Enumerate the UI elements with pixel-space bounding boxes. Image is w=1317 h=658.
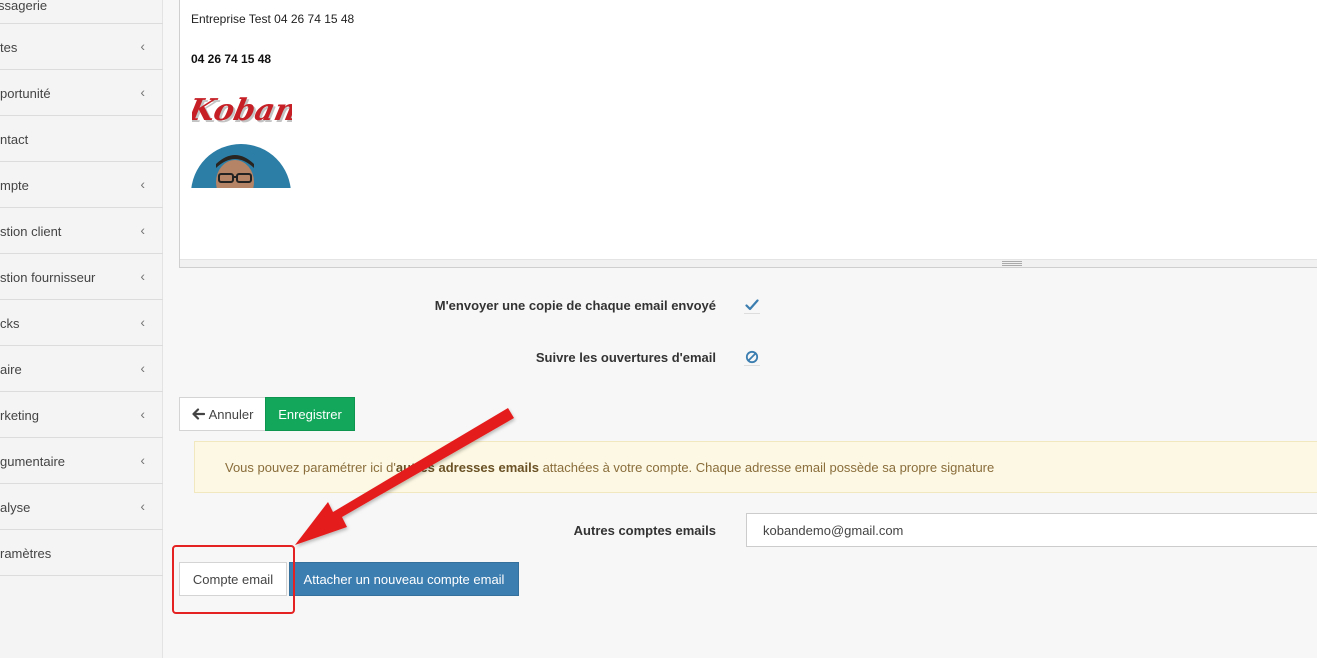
chevron-left-icon: ‹ [140,405,145,422]
sidebar-item-parametres[interactable]: ramètres [0,530,163,576]
koban-logo-text: Koban [192,93,292,128]
alert-text-bold: autres adresses emails [395,459,539,475]
avatar [191,144,291,188]
sidebar-item-ventes[interactable]: tes ‹ [0,24,163,70]
sidebar-item-label: stion client [0,224,62,239]
cancel-button-label: Annuler [208,406,254,422]
sidebar-item-label: portunité [0,86,51,101]
sidebar-item-affaire[interactable]: aire ‹ [0,346,163,392]
chevron-left-icon: ‹ [140,313,145,330]
ban-icon [745,350,759,363]
annotation-highlight-box [172,545,295,614]
track-opens-label: Suivre les ouvertures d'email [535,350,716,365]
sidebar: ssagerie tes ‹ portunité ‹ ntact mpte ‹ … [0,0,163,658]
chevron-left-icon: ‹ [140,175,145,192]
chevron-left-icon: ‹ [140,267,145,284]
save-button-label: Enregistrer [278,406,342,422]
cancel-button[interactable]: Annuler [179,397,266,431]
other-accounts-select[interactable] [746,513,1317,547]
koban-logo: Koban Koban [192,93,292,130]
signature-phone: 04 26 74 15 48 [191,52,272,66]
chevron-left-icon: ‹ [140,83,145,100]
sidebar-item-analyse[interactable]: alyse ‹ [0,484,163,530]
attach-email-account-button-label: Attacher un nouveau compte email [303,571,505,587]
copy-email-checkbox[interactable] [744,296,760,314]
resize-grip-icon [1002,261,1022,266]
attach-email-account-button[interactable]: Attacher un nouveau compte email [289,562,519,596]
sidebar-item-label: cks [0,316,20,331]
sidebar-item-label: alyse [0,500,31,515]
track-opens-toggle[interactable] [744,348,760,366]
sidebar-item-messagerie[interactable]: ssagerie [0,0,163,24]
sidebar-item-label: stion fournisseur [0,270,96,285]
copy-email-label: M'envoyer une copie de chaque email envo… [434,298,716,313]
sidebar-item-contact[interactable]: ntact [0,116,163,162]
chevron-left-icon: ‹ [140,451,145,468]
sidebar-item-label: aire [0,362,22,377]
chevron-left-icon: ‹ [140,37,145,54]
chevron-left-icon: ‹ [140,221,145,238]
chevron-left-icon: ‹ [140,497,145,514]
save-button[interactable]: Enregistrer [265,397,355,431]
sidebar-item-label: mpte [0,178,29,193]
sidebar-item-label: rketing [0,408,40,423]
arrow-left-icon [191,408,205,420]
sidebar-item-argumentaire[interactable]: gumentaire ‹ [0,438,163,484]
check-icon [745,298,759,310]
sidebar-item-opportunite[interactable]: portunité ‹ [0,70,163,116]
signature-editor[interactable]: Entreprise Test 04 26 74 15 48 04 26 74 … [179,0,1317,268]
other-accounts-label: Autres comptes emails [573,523,716,538]
sidebar-item-label: ramètres [0,546,52,561]
alert-text-after: attachées à votre compte. Chaque adresse… [538,459,995,475]
sidebar-item-label: gumentaire [0,454,66,469]
sidebar-item-label: tes [0,40,18,55]
sidebar-item-gestion-client[interactable]: stion client ‹ [0,208,163,254]
sidebar-item-compte[interactable]: mpte ‹ [0,162,163,208]
sidebar-item-gestion-fournisseur[interactable]: stion fournisseur ‹ [0,254,163,300]
editor-resize-handle[interactable] [180,259,1317,267]
sidebar-item-label: ssagerie [0,0,48,13]
alert-text-before: Vous pouvez paramétrer ici d' [225,459,396,475]
info-alert: Vous pouvez paramétrer ici d'autres adre… [194,441,1317,493]
sidebar-item-marketing[interactable]: rketing ‹ [0,392,163,438]
signature-company-line: Entreprise Test 04 26 74 15 48 [191,12,355,26]
sidebar-item-label: ntact [0,132,29,147]
alert-text: Vous pouvez paramétrer ici d'autres adre… [225,460,994,475]
sidebar-item-stocks[interactable]: cks ‹ [0,300,163,346]
chevron-left-icon: ‹ [140,359,145,376]
